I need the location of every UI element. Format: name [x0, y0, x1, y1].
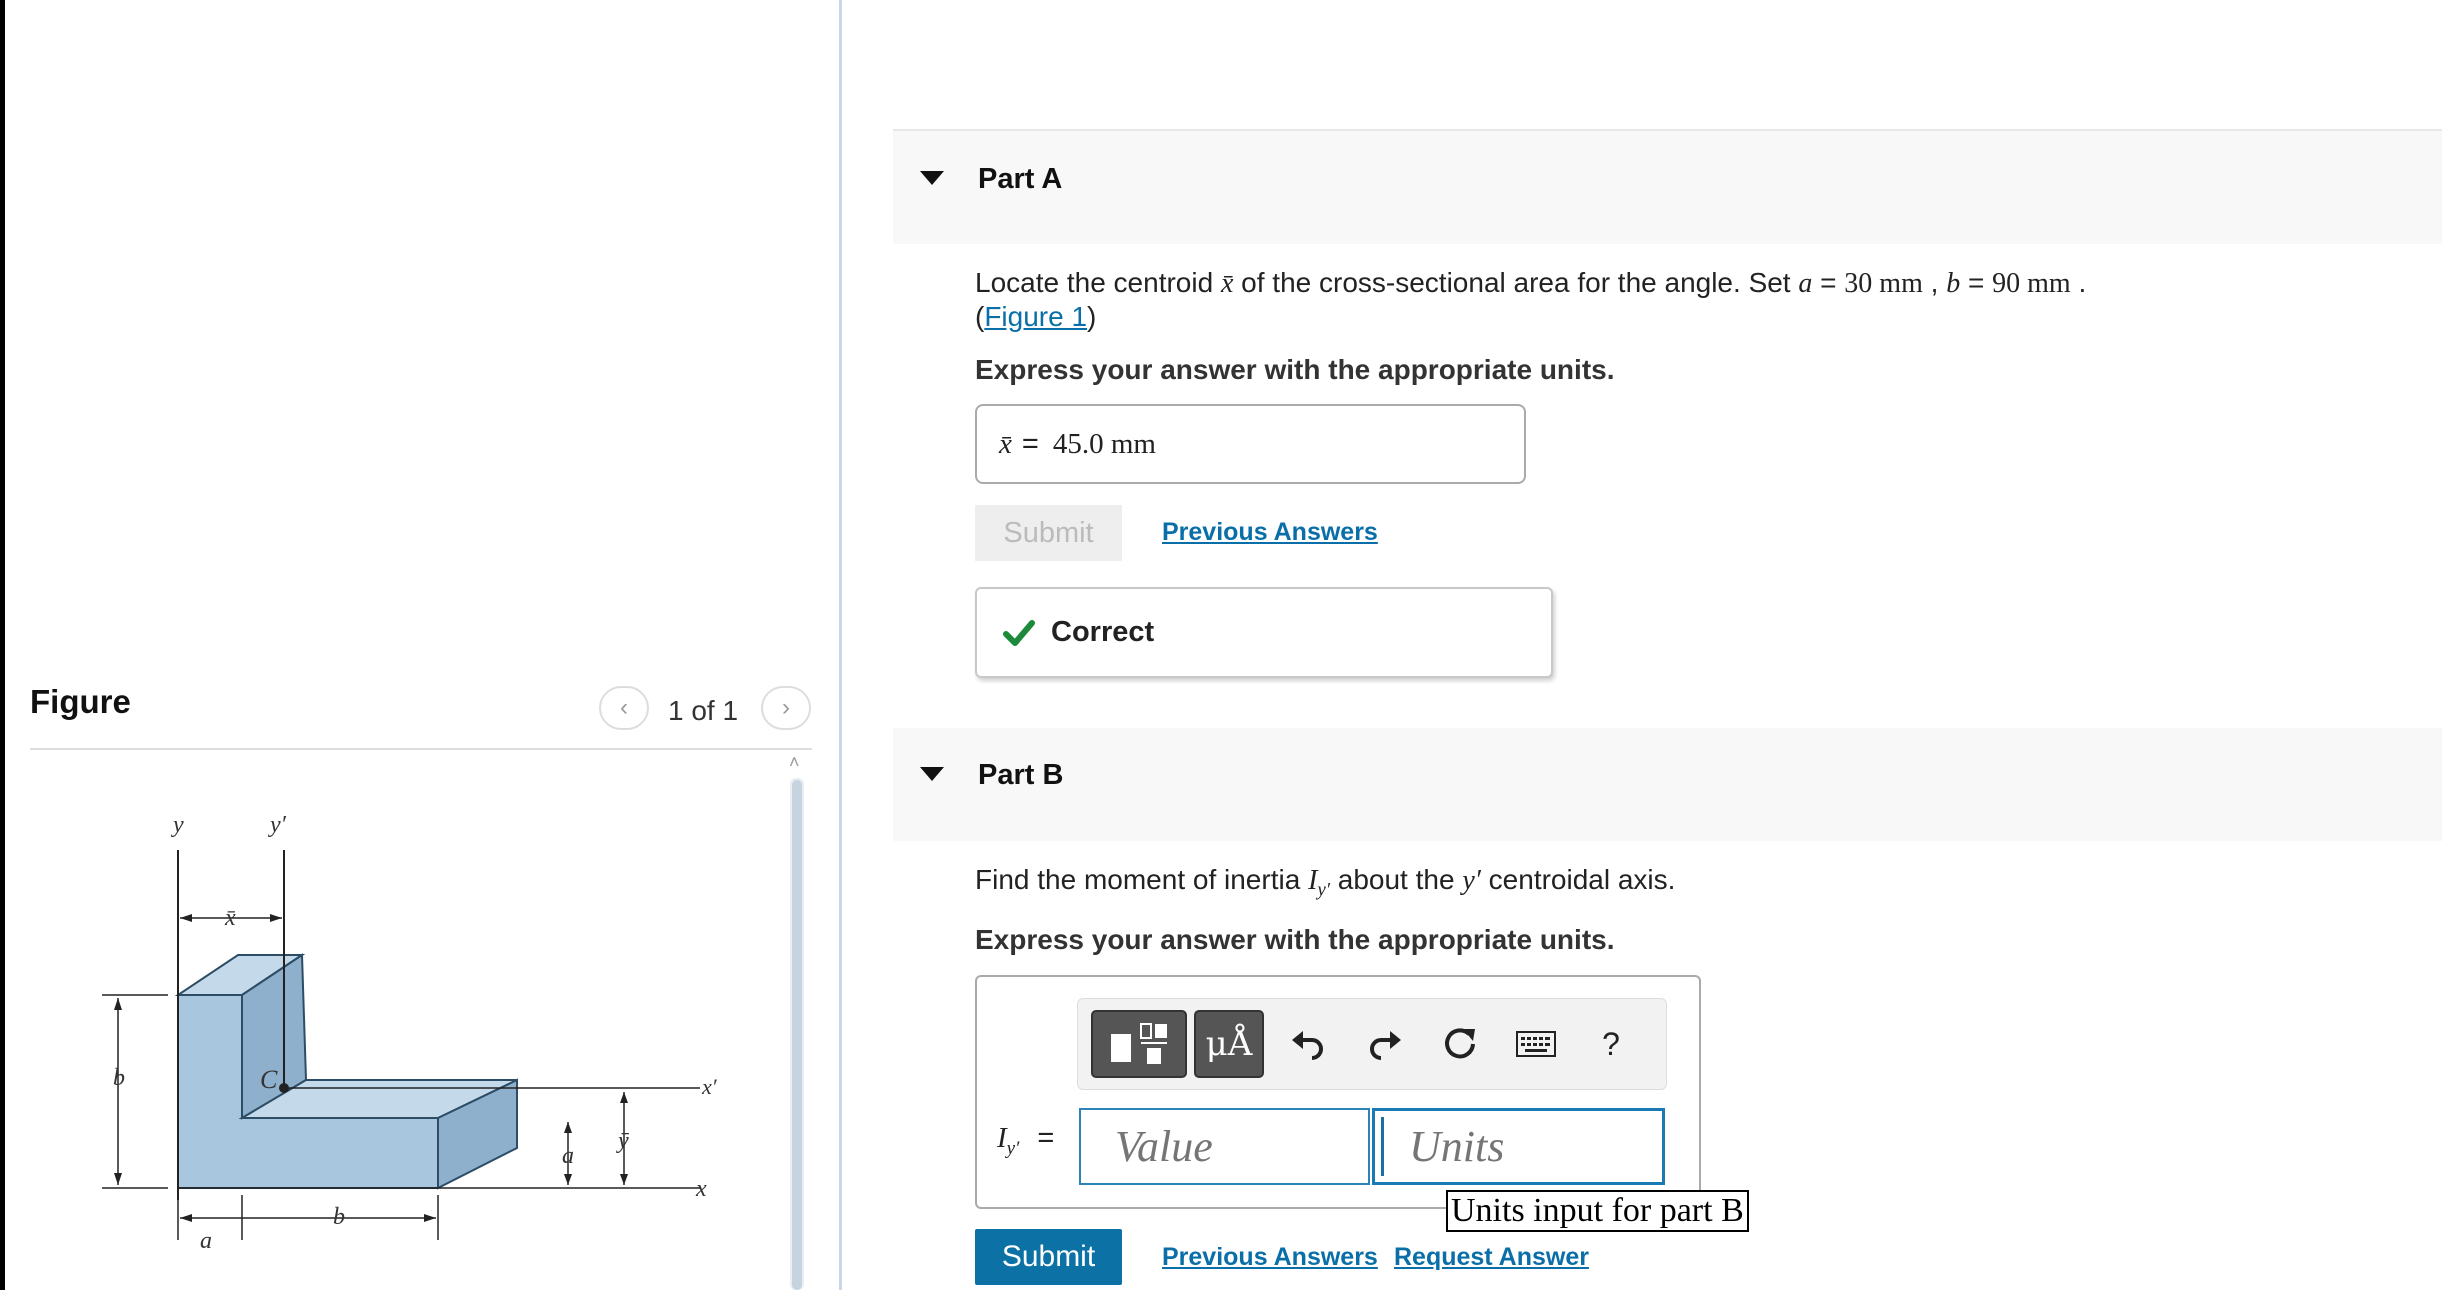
units-tooltip: Units input for part B — [1446, 1190, 1749, 1232]
figure-title: Figure — [30, 683, 131, 720]
angle-cross-section-diagram: y y′ x̄ C b x′ a ȳ x a b — [102, 812, 718, 1254]
label-y-bar: ȳ — [616, 1128, 629, 1154]
part-a-previous-answers-link[interactable]: Previous Answers — [1162, 518, 1378, 547]
part-a-question: Locate the centroid x̄ of the cross-sect… — [975, 267, 2087, 299]
figure-page-counter: 1 of 1 — [668, 695, 739, 726]
part-a-header[interactable] — [893, 131, 2442, 244]
redo-icon[interactable] — [1360, 1014, 1410, 1074]
keyboard-icon[interactable] — [1511, 1014, 1561, 1074]
chevron-left-icon: ‹ — [620, 694, 628, 721]
part-b-instruction: Express your answer with the appropriate… — [975, 924, 1615, 955]
collapse-caret-icon[interactable] — [920, 171, 944, 185]
undo-icon[interactable] — [1283, 1014, 1333, 1074]
label-c: C — [260, 1065, 278, 1094]
part-a-feedback: Correct — [975, 587, 1553, 678]
label-x: x — [695, 1176, 707, 1202]
window-edge — [0, 0, 5, 1290]
help-button[interactable]: ? — [1586, 1014, 1636, 1074]
label-x-bar: x̄ — [224, 905, 236, 931]
part-a-title: Part A — [978, 163, 1063, 195]
part-a-answer-value: 45.0 mm — [1052, 427, 1156, 460]
figure-next-button[interactable]: › — [761, 686, 811, 730]
figure-link-line: (Figure 1) — [975, 301, 1097, 332]
figure-scrollbar-thumb[interactable] — [792, 780, 802, 1290]
part-b-answer-label: Iy′ = — [997, 1122, 1055, 1159]
request-answer-link[interactable]: Request Answer — [1394, 1243, 1589, 1272]
templates-button[interactable] — [1091, 1010, 1187, 1078]
chevron-right-icon: › — [782, 694, 790, 721]
math-toolbar: μÅ ? — [1077, 998, 1667, 1090]
text-cursor — [1381, 1117, 1384, 1176]
label-b-bottom: b — [333, 1204, 345, 1230]
label-x-prime: x′ — [701, 1074, 718, 1099]
part-b-title: Part B — [978, 759, 1064, 791]
figure-divider — [30, 748, 812, 750]
units-symbol-button[interactable]: μÅ — [1194, 1010, 1264, 1078]
checkmark-icon — [1003, 619, 1035, 646]
part-b-header[interactable] — [893, 728, 2442, 841]
label-b-left: b — [113, 1065, 125, 1091]
value-input[interactable] — [1079, 1108, 1370, 1185]
part-a-submit-button[interactable]: Submit — [975, 505, 1122, 561]
pane-divider[interactable] — [839, 0, 842, 1290]
centroid-point — [279, 1083, 289, 1093]
part-b-question: Find the moment of inertia Iy′ about the… — [975, 864, 1676, 901]
label-y-prime: y′ — [268, 812, 287, 838]
templates-icon — [1111, 1023, 1167, 1064]
reset-icon[interactable] — [1435, 1014, 1485, 1074]
feedback-label: Correct — [1051, 616, 1155, 648]
part-a-instruction: Express your answer with the appropriate… — [975, 354, 1615, 385]
units-input[interactable] — [1372, 1108, 1665, 1185]
label-a-vertical: a — [562, 1143, 574, 1169]
part-b-previous-answers-link[interactable]: Previous Answers — [1162, 1243, 1378, 1272]
part-a-answer-display: x̄ = 45.0 mm — [975, 404, 1526, 484]
part-b-submit-button[interactable]: Submit — [975, 1229, 1122, 1285]
figure-link[interactable]: Figure 1 — [984, 301, 1087, 332]
figure-prev-button[interactable]: ‹ — [599, 686, 649, 730]
scroll-up-icon[interactable]: ˄ — [789, 752, 800, 773]
label-a-bottom: a — [200, 1228, 212, 1254]
collapse-caret-icon[interactable] — [920, 767, 944, 781]
label-y: y — [171, 812, 184, 838]
